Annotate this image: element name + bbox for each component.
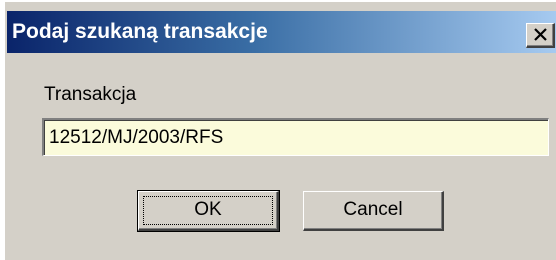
title-bar[interactable]: Podaj szukaną transakcje bbox=[7, 11, 556, 53]
cancel-button-label: Cancel bbox=[343, 199, 403, 220]
close-icon bbox=[534, 28, 547, 41]
transakcja-label: Transakcja bbox=[44, 84, 137, 105]
transakcja-input[interactable] bbox=[42, 118, 549, 156]
dialog-window: Podaj szukaną transakcje Transakcja OK C… bbox=[3, 0, 556, 260]
focus-rectangle bbox=[143, 196, 273, 225]
close-button[interactable] bbox=[526, 23, 555, 48]
ok-button[interactable]: OK bbox=[137, 190, 280, 232]
cancel-button[interactable]: Cancel bbox=[303, 191, 444, 231]
dialog-title: Podaj szukaną transakcje bbox=[12, 20, 268, 43]
